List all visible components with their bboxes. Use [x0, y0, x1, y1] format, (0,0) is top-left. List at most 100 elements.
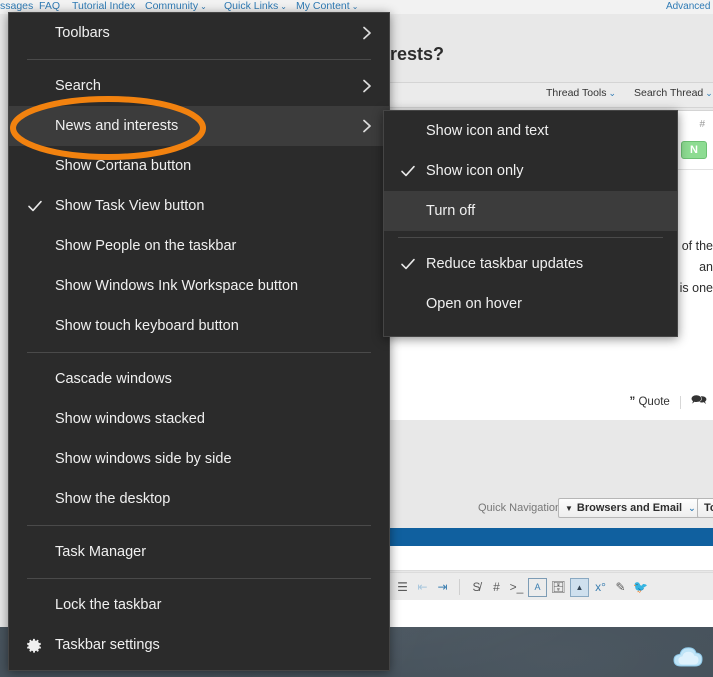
strikethrough-icon[interactable]: S̸: [468, 579, 485, 596]
quote-icon: ”: [629, 396, 636, 408]
menu-item-show-windows-ink-workspace-button[interactable]: Show Windows Ink Workspace button: [9, 266, 389, 306]
post-actions: ” Quote 🗪: [630, 391, 707, 413]
menu-item-show-windows-side-by-side[interactable]: Show windows side by side: [9, 439, 389, 479]
chevron-down-icon: ⌄: [280, 2, 287, 11]
menu-item-label: Show the desktop: [55, 491, 171, 507]
outdent-icon[interactable]: ⇤: [414, 579, 431, 596]
checkmark-icon: [400, 163, 416, 179]
advanced-search-link[interactable]: Advanced Sea: [666, 0, 713, 13]
menu-item-lock-the-taskbar[interactable]: Lock the taskbar: [9, 585, 389, 625]
chevron-right-icon: [361, 26, 373, 40]
menu-item-label: Search: [55, 78, 101, 94]
menu-item-label: Show Windows Ink Workspace button: [55, 278, 299, 294]
menu-item-label: Open on hover: [426, 296, 522, 312]
chevron-right-icon: [361, 119, 373, 133]
menu-item-label: Toolbars: [55, 25, 110, 41]
nav-label: ssages: [0, 0, 34, 12]
menu-item-label: Show icon and text: [426, 123, 549, 139]
menu-item-task-manager[interactable]: Task Manager: [9, 532, 389, 572]
submenu-item-show-icon-and-text[interactable]: Show icon and text: [384, 111, 677, 151]
superscript-icon[interactable]: x°: [592, 579, 609, 596]
search-thread-label: Search Thread: [634, 87, 704, 99]
quick-navigation-select[interactable]: ▼ Browsers and Email ⌄: [558, 498, 704, 518]
triangle-down-icon: ▼: [565, 503, 573, 513]
menu-separator: [27, 525, 371, 526]
menu-item-label: Show People on the taskbar: [55, 238, 237, 254]
menu-separator: [398, 237, 663, 238]
nav-label: Quick Links: [224, 0, 279, 12]
nav-label: My Content: [296, 0, 350, 12]
submenu-item-reduce-taskbar-updates[interactable]: Reduce taskbar updates: [384, 244, 677, 284]
submenu-item-open-on-hover[interactable]: Open on hover: [384, 284, 677, 324]
nav-label: Tutorial Index: [72, 0, 136, 12]
chevron-right-icon: [361, 79, 373, 93]
menu-item-show-the-desktop[interactable]: Show the desktop: [9, 479, 389, 519]
divider: [679, 395, 681, 409]
checkmark-icon: [400, 256, 416, 272]
hash-icon[interactable]: #: [488, 579, 505, 596]
menu-item-toolbars[interactable]: Toolbars: [9, 13, 389, 53]
menu-item-label: Task Manager: [55, 544, 147, 560]
menu-item-search[interactable]: Search: [9, 66, 389, 106]
indent-icon[interactable]: ⇥: [434, 579, 451, 596]
menu-item-label: Taskbar settings: [55, 637, 160, 653]
menu-separator: [27, 352, 371, 353]
menu-item-show-windows-stacked[interactable]: Show windows stacked: [9, 399, 389, 439]
taskbar-context-menu: Toolbars Search News and interests Show Cor…: [8, 12, 390, 671]
cloud-icon: [673, 647, 703, 667]
menu-item-label: Show icon only: [426, 163, 524, 179]
menu-item-show-task-view-button[interactable]: Show Task View button: [9, 186, 389, 226]
quick-navigation-label: Quick Navigation: [478, 502, 562, 514]
menu-item-label: Show windows stacked: [55, 411, 205, 427]
spoiler-icon[interactable]: A: [528, 577, 547, 597]
menu-item-label: Lock the taskbar: [55, 597, 162, 613]
screenshot-root: ssages FAQ Tutorial Index Community ⌄ Qui…: [0, 0, 713, 677]
chevron-down-icon: ⌄: [351, 2, 359, 11]
chevron-down-icon: ⌄: [200, 2, 207, 11]
menu-item-taskbar-settings[interactable]: Taskbar settings: [9, 625, 389, 665]
menu-item-show-cortana-button[interactable]: Show Cortana button: [9, 146, 389, 186]
menu-item-cascade-windows[interactable]: Cascade windows: [9, 359, 389, 399]
menu-item-show-people-on-the-taskbar[interactable]: Show People on the taskbar: [9, 226, 389, 266]
quote-label: Quote: [638, 396, 670, 408]
thread-tools-button[interactable]: Thread Tools ⌄: [546, 87, 616, 99]
search-thread-button[interactable]: Search Thread ⌄: [634, 87, 713, 99]
menu-item-label: Show Task View button: [55, 198, 205, 214]
menu-item-label: Turn off: [426, 203, 476, 219]
code-icon[interactable]: >_: [508, 579, 525, 596]
nav-label: Community: [145, 0, 199, 12]
news-and-interests-submenu: Show icon and text Show icon only Turn off…: [383, 110, 678, 337]
checkmark-icon: [27, 198, 43, 214]
new-badge: N: [681, 141, 707, 159]
menu-item-label: Show touch keyboard button: [55, 318, 239, 334]
menu-item-label: Show Cortana button: [55, 158, 192, 174]
multiquote-icon[interactable]: 🗪: [691, 391, 707, 413]
menu-item-show-touch-keyboard-button[interactable]: Show touch keyboard button: [9, 306, 389, 346]
menu-item-label: Reduce taskbar updates: [426, 256, 584, 272]
menu-separator: [27, 578, 371, 579]
submenu-item-turn-off[interactable]: Turn off: [384, 191, 677, 231]
submenu-item-show-icon-only[interactable]: Show icon only: [384, 151, 677, 191]
post-number[interactable]: #: [699, 119, 705, 130]
attachment-icon[interactable]: 🗄: [550, 579, 567, 596]
thread-title: rests?: [390, 44, 445, 64]
image-icon[interactable]: ▲: [570, 577, 589, 597]
quote-button[interactable]: ” Quote: [630, 396, 670, 408]
top-button-label: To: [704, 502, 713, 514]
quick-navigation-value: Browsers and Email: [576, 502, 683, 514]
menu-item-news-and-interests[interactable]: News and interests: [9, 106, 389, 146]
divider: [459, 579, 460, 595]
go-to-top-button[interactable]: To: [697, 498, 713, 518]
twitter-icon[interactable]: 🐦: [632, 579, 649, 596]
chevron-down-icon: ⌄: [608, 88, 617, 98]
bullet-list-icon[interactable]: ☰: [394, 579, 411, 596]
chevron-down-icon: ⌄: [705, 88, 713, 98]
menu-item-label: Cascade windows: [55, 371, 172, 387]
menu-item-label: Show windows side by side: [55, 451, 232, 467]
chevron-down-icon: ⌄: [688, 502, 696, 513]
editor-toolbar: ☰ ⇤ ⇥ S̸ # >_ A 🗄 ▲ x° ✎ 🐦: [388, 572, 713, 601]
menu-separator: [27, 59, 371, 60]
nav-label: FAQ: [39, 0, 61, 12]
menu-item-label: News and interests: [55, 118, 179, 134]
highlighter-icon[interactable]: ✎: [612, 579, 629, 596]
